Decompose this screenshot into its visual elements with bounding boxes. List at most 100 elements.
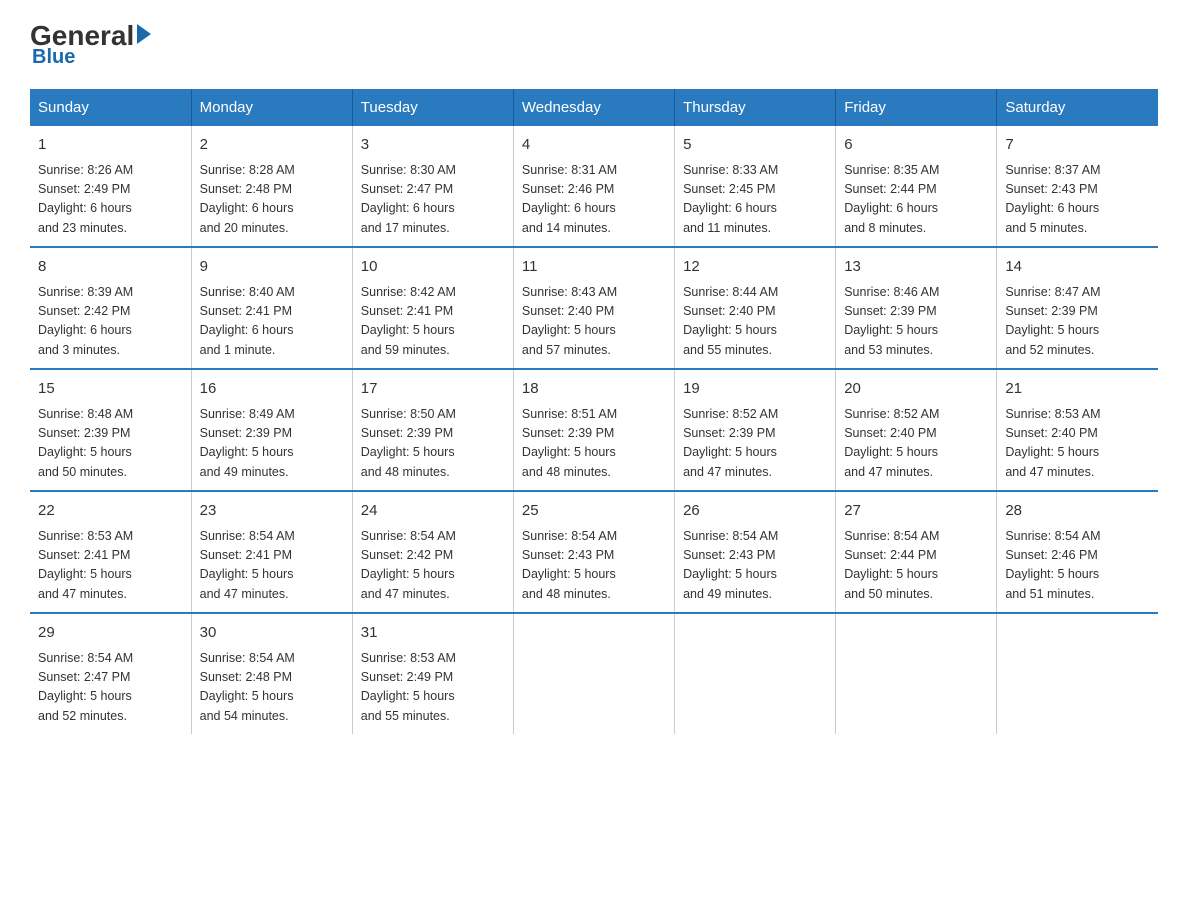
day-number: 18 [522, 378, 666, 401]
calendar-cell: 19Sunrise: 8:52 AM Sunset: 2:39 PM Dayli… [675, 369, 836, 491]
day-number: 30 [200, 622, 344, 645]
day-info: Sunrise: 8:54 AM Sunset: 2:42 PM Dayligh… [361, 527, 505, 605]
day-info: Sunrise: 8:51 AM Sunset: 2:39 PM Dayligh… [522, 405, 666, 483]
day-number: 1 [38, 134, 183, 157]
calendar-cell: 26 Sunrise: 8:54 AM Sunset: 2:43 PM Dayli… [675, 491, 836, 613]
day-info: Sunrise: 8:50 AM Sunset: 2:39 PM Dayligh… [361, 405, 505, 483]
day-number: 15 [38, 378, 183, 401]
day-number: 11 [522, 256, 666, 279]
day-of-week-saturday: Saturday [997, 89, 1158, 126]
day-info: Sunrise: 8:54 AM Sunset: 2:44 PM Dayligh… [844, 527, 988, 605]
day-number: 27 [844, 500, 988, 523]
day-number: 5 [683, 134, 827, 157]
calendar-week-3: 15 Sunrise: 8:48 AM Sunset: 2:39 PM Dayli… [30, 369, 1158, 491]
calendar-week-2: 8 Sunrise: 8:39 AM Sunset: 2:42 PM Daylig… [30, 247, 1158, 369]
day-of-week-tuesday: Tuesday [352, 89, 513, 126]
calendar-cell: 5 Sunrise: 8:33 AM Sunset: 2:45 PM Daylig… [675, 126, 836, 247]
day-number: 25 [522, 500, 666, 523]
calendar-week-1: 1Sunrise: 8:26 AM Sunset: 2:49 PM Daylig… [30, 126, 1158, 247]
day-number: 14 [1005, 256, 1150, 279]
calendar-week-5: 29 Sunrise: 8:54 AM Sunset: 2:47 PM Dayli… [30, 613, 1158, 734]
day-number: 28 [1005, 500, 1150, 523]
day-number: 21 [1005, 378, 1150, 401]
day-info: Sunrise: 8:49 AM Sunset: 2:39 PM Dayligh… [200, 405, 344, 483]
day-of-week-monday: Monday [191, 89, 352, 126]
day-number: 4 [522, 134, 666, 157]
day-info: Sunrise: 8:44 AM Sunset: 2:40 PM Dayligh… [683, 283, 827, 361]
day-info: Sunrise: 8:54 AM Sunset: 2:43 PM Dayligh… [683, 527, 827, 605]
day-number: 8 [38, 256, 183, 279]
day-of-week-sunday: Sunday [30, 89, 191, 126]
day-info: Sunrise: 8:42 AM Sunset: 2:41 PM Dayligh… [361, 283, 505, 361]
day-number: 22 [38, 500, 183, 523]
calendar-cell [997, 613, 1158, 734]
day-info: Sunrise: 8:52 AM Sunset: 2:39 PM Dayligh… [683, 405, 827, 483]
day-info: Sunrise: 8:43 AM Sunset: 2:40 PM Dayligh… [522, 283, 666, 361]
day-info: Sunrise: 8:30 AM Sunset: 2:47 PM Dayligh… [361, 161, 505, 239]
day-info: Sunrise: 8:28 AM Sunset: 2:48 PM Dayligh… [200, 161, 344, 239]
calendar-cell: 13 Sunrise: 8:46 AM Sunset: 2:39 PM Dayli… [836, 247, 997, 369]
calendar-cell: 17 Sunrise: 8:50 AM Sunset: 2:39 PM Dayli… [352, 369, 513, 491]
calendar-cell: 20Sunrise: 8:52 AM Sunset: 2:40 PM Dayli… [836, 369, 997, 491]
day-of-week-friday: Friday [836, 89, 997, 126]
calendar-cell: 30 Sunrise: 8:54 AM Sunset: 2:48 PM Dayli… [191, 613, 352, 734]
day-info: Sunrise: 8:52 AM Sunset: 2:40 PM Dayligh… [844, 405, 988, 483]
page-header: General Blue [30, 20, 1158, 69]
day-info: Sunrise: 8:47 AM Sunset: 2:39 PM Dayligh… [1005, 283, 1150, 361]
day-info: Sunrise: 8:48 AM Sunset: 2:39 PM Dayligh… [38, 405, 183, 483]
day-info: Sunrise: 8:46 AM Sunset: 2:39 PM Dayligh… [844, 283, 988, 361]
day-number: 17 [361, 378, 505, 401]
calendar-cell: 31 Sunrise: 8:53 AM Sunset: 2:49 PM Dayli… [352, 613, 513, 734]
day-number: 26 [683, 500, 827, 523]
day-info: Sunrise: 8:54 AM Sunset: 2:48 PM Dayligh… [200, 649, 344, 727]
calendar-cell: 18 Sunrise: 8:51 AM Sunset: 2:39 PM Dayli… [513, 369, 674, 491]
calendar-cell: 28Sunrise: 8:54 AM Sunset: 2:46 PM Dayli… [997, 491, 1158, 613]
day-info: Sunrise: 8:53 AM Sunset: 2:49 PM Dayligh… [361, 649, 505, 727]
day-number: 9 [200, 256, 344, 279]
day-info: Sunrise: 8:33 AM Sunset: 2:45 PM Dayligh… [683, 161, 827, 239]
calendar-cell: 7Sunrise: 8:37 AM Sunset: 2:43 PM Daylig… [997, 126, 1158, 247]
calendar-cell: 11 Sunrise: 8:43 AM Sunset: 2:40 PM Dayli… [513, 247, 674, 369]
calendar-cell: 23 Sunrise: 8:54 AM Sunset: 2:41 PM Dayli… [191, 491, 352, 613]
calendar-cell [675, 613, 836, 734]
calendar-cell [836, 613, 997, 734]
day-number: 31 [361, 622, 505, 645]
day-info: Sunrise: 8:54 AM Sunset: 2:43 PM Dayligh… [522, 527, 666, 605]
calendar-cell: 2 Sunrise: 8:28 AM Sunset: 2:48 PM Daylig… [191, 126, 352, 247]
day-info: Sunrise: 8:31 AM Sunset: 2:46 PM Dayligh… [522, 161, 666, 239]
day-info: Sunrise: 8:54 AM Sunset: 2:41 PM Dayligh… [200, 527, 344, 605]
calendar-cell: 6Sunrise: 8:35 AM Sunset: 2:44 PM Daylig… [836, 126, 997, 247]
calendar-week-4: 22 Sunrise: 8:53 AM Sunset: 2:41 PM Dayli… [30, 491, 1158, 613]
day-of-week-wednesday: Wednesday [513, 89, 674, 126]
day-number: 12 [683, 256, 827, 279]
day-number: 24 [361, 500, 505, 523]
calendar-cell: 1Sunrise: 8:26 AM Sunset: 2:49 PM Daylig… [30, 126, 191, 247]
day-number: 2 [200, 134, 344, 157]
day-number: 13 [844, 256, 988, 279]
calendar-cell: 14 Sunrise: 8:47 AM Sunset: 2:39 PM Dayli… [997, 247, 1158, 369]
calendar-cell: 16 Sunrise: 8:49 AM Sunset: 2:39 PM Dayli… [191, 369, 352, 491]
day-info: Sunrise: 8:39 AM Sunset: 2:42 PM Dayligh… [38, 283, 183, 361]
day-number: 23 [200, 500, 344, 523]
day-info: Sunrise: 8:54 AM Sunset: 2:47 PM Dayligh… [38, 649, 183, 727]
day-info: Sunrise: 8:53 AM Sunset: 2:41 PM Dayligh… [38, 527, 183, 605]
day-number: 10 [361, 256, 505, 279]
calendar-cell: 4 Sunrise: 8:31 AM Sunset: 2:46 PM Daylig… [513, 126, 674, 247]
day-of-week-thursday: Thursday [675, 89, 836, 126]
calendar-cell: 29 Sunrise: 8:54 AM Sunset: 2:47 PM Dayli… [30, 613, 191, 734]
calendar-cell: 9Sunrise: 8:40 AM Sunset: 2:41 PM Daylig… [191, 247, 352, 369]
calendar-cell: 25 Sunrise: 8:54 AM Sunset: 2:43 PM Dayli… [513, 491, 674, 613]
day-info: Sunrise: 8:53 AM Sunset: 2:40 PM Dayligh… [1005, 405, 1150, 483]
day-number: 16 [200, 378, 344, 401]
calendar-cell [513, 613, 674, 734]
calendar-cell: 22 Sunrise: 8:53 AM Sunset: 2:41 PM Dayli… [30, 491, 191, 613]
calendar-cell: 8 Sunrise: 8:39 AM Sunset: 2:42 PM Daylig… [30, 247, 191, 369]
calendar-cell: 21 Sunrise: 8:53 AM Sunset: 2:40 PM Dayli… [997, 369, 1158, 491]
day-number: 29 [38, 622, 183, 645]
day-info: Sunrise: 8:37 AM Sunset: 2:43 PM Dayligh… [1005, 161, 1150, 239]
logo-arrow-icon [137, 24, 151, 44]
calendar-table: SundayMondayTuesdayWednesdayThursdayFrid… [30, 89, 1158, 734]
calendar-cell: 15 Sunrise: 8:48 AM Sunset: 2:39 PM Dayli… [30, 369, 191, 491]
logo-blue-text: Blue [32, 46, 75, 69]
calendar-cell: 10 Sunrise: 8:42 AM Sunset: 2:41 PM Dayli… [352, 247, 513, 369]
